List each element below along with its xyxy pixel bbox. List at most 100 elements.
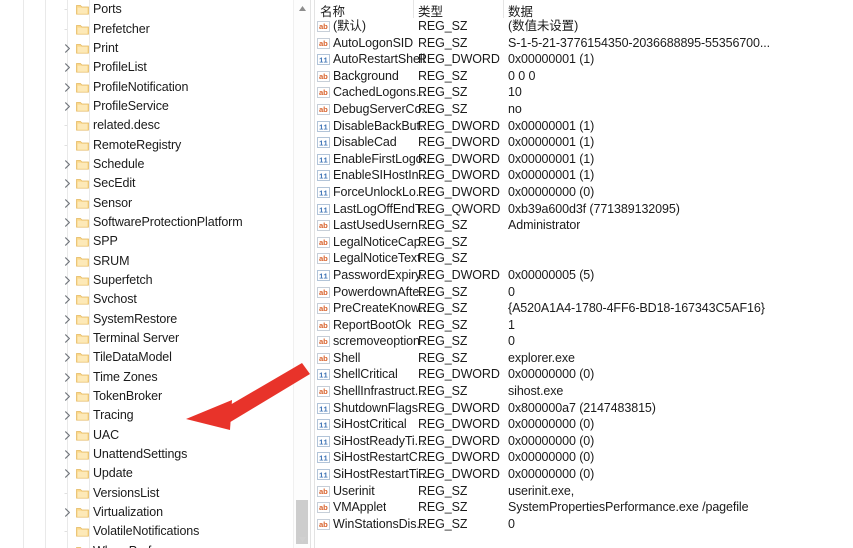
value-row[interactable]: ab AutoLogonSID REG_SZ S-1-5-21-3776154350-… [315,35,853,52]
value-row[interactable]: ab Shell REG_SZ explorer.exe [315,350,853,367]
value-row[interactable]: 11 DisableCad REG_DWORD 0x00000001 (1) [315,134,853,151]
tree-item-sensor[interactable]: Sensor [0,193,310,212]
folder-icon [75,120,90,131]
tree-item-svchost[interactable]: Svchost [0,290,310,309]
value-row[interactable]: ab LegalNoticeCap... REG_SZ [315,234,853,251]
registry-value-pane[interactable]: 名称 类型 数据 ab (默认) REG_SZ (数值未设置) ab AutoLogonS… [315,0,853,548]
value-row[interactable]: ab PowerdownAfte... REG_SZ 0 [315,284,853,301]
value-list-rows[interactable]: ab (默认) REG_SZ (数值未设置) ab AutoLogonSID REG_SZ S… [315,18,853,532]
folder-icon [75,391,90,402]
tree-item-virtualization[interactable]: Virtualization [0,503,310,522]
tree-item-update[interactable]: Update [0,464,310,483]
tree-item-schedule[interactable]: Schedule [0,155,310,174]
value-row[interactable]: ab LastUsedUsern... REG_SZ Administrator [315,217,853,234]
tree-item-systemrestore[interactable]: SystemRestore [0,310,310,329]
tree-item-terminal-server[interactable]: Terminal Server [0,329,310,348]
tree-item-ports[interactable]: Ports [0,0,310,19]
value-row[interactable]: ab VMApplet REG_SZ SystemPropertiesPerforma… [315,499,853,516]
chevron-right-icon[interactable] [60,334,75,343]
value-row[interactable]: 11 SiHostCritical REG_DWORD 0x00000000 (0) [315,416,853,433]
tree-item-print[interactable]: Print [0,39,310,58]
tree-item-tracing[interactable]: Tracing [0,406,310,425]
value-name: Userinit [333,483,375,498]
value-data: 0x00000000 (0) [508,433,595,448]
chevron-right-icon[interactable] [60,160,75,169]
value-row[interactable]: ab WinStationsDis... REG_SZ 0 [315,516,853,533]
tree-item-wbemperf[interactable]: WbemPerf [0,542,310,548]
tree-item-spp[interactable]: SPP [0,232,310,251]
tree-item-srum[interactable]: SRUM [0,251,310,270]
chevron-right-icon[interactable] [60,314,75,324]
tree-vertical-scrollbar[interactable] [293,0,310,548]
tree-item-tiledatamodel[interactable]: TileDataModel [0,348,310,367]
chevron-right-icon[interactable] [60,44,75,53]
tree-item-time-zones[interactable]: Time Zones [0,368,310,387]
value-row[interactable]: 11 SiHostReadyTi... REG_DWORD 0x00000000 (0… [315,433,853,450]
tree-item-volatilenotifications[interactable]: VolatileNotifications [0,522,310,541]
value-row[interactable]: 11 PasswordExpiry... REG_DWORD 0x00000005 (… [315,267,853,284]
value-row[interactable]: 11 LastLogOffEndT... REG_QWORD 0xb39a600d3f… [315,201,853,218]
tree-item-unattendsettings[interactable]: UnattendSettings [0,445,310,464]
chevron-right-icon[interactable] [60,82,75,92]
scroll-up-arrow-icon[interactable] [294,0,310,17]
value-row[interactable]: ab PreCreateKnow... REG_SZ {A520A1A4-1780-4… [315,300,853,317]
value-row[interactable]: 11 SiHostRestartC... REG_DWORD 0x00000000 (… [315,449,853,466]
tree-item-profileservice[interactable]: ProfileService [0,97,310,116]
tree-item-superfetch[interactable]: Superfetch [0,271,310,290]
value-row[interactable]: 11 EnableSIHostIn... REG_DWORD 0x00000001 (… [315,167,853,184]
value-row[interactable]: 11 ForceUnlockLo... REG_DWORD 0x00000000 (0… [315,184,853,201]
chevron-right-icon[interactable] [60,353,75,363]
tree-item-related-desc[interactable]: related.desc [0,116,310,135]
chevron-right-icon[interactable] [60,276,75,285]
value-row[interactable]: ab scremoveoption REG_SZ 0 [315,333,853,350]
value-row[interactable]: ab ShellInfrastruct... REG_SZ sihost.exe [315,383,853,400]
tree-item-profilenotification[interactable]: ProfileNotification [0,77,310,96]
chevron-right-icon[interactable] [60,237,75,247]
value-row[interactable]: 11 AutoRestartShell REG_DWORD 0x00000001 (1… [315,51,853,68]
chevron-right-icon[interactable] [60,372,75,382]
tree-item-versionslist[interactable]: VersionsList [0,484,310,503]
value-row[interactable]: 11 ShutdownFlags REG_DWORD 0x800000a7 (2147… [315,400,853,417]
tree-item-secedit[interactable]: SecEdit [0,174,310,193]
tree-item-label: WbemPerf [90,542,154,548]
value-row[interactable]: 11 SiHostRestartTi... REG_DWORD 0x00000000 … [315,466,853,483]
tree-item-prefetcher[interactable]: Prefetcher [0,19,310,38]
value-list-header[interactable]: 名称 类型 数据 [315,0,853,19]
value-row[interactable]: 11 EnableFirstLogo... REG_DWORD 0x00000001 … [315,151,853,168]
registry-key-tree-pane[interactable]: Ports Prefetcher Print ProfileList ProfileNo… [0,0,310,548]
chevron-right-icon[interactable] [60,508,75,517]
value-row[interactable]: 11 ShellCritical REG_DWORD 0x00000000 (0) [315,366,853,383]
chevron-right-icon[interactable] [60,102,75,111]
column-divider[interactable] [503,0,504,18]
tree-item-profilelist[interactable]: ProfileList [0,58,310,77]
scroll-down-arrow-icon[interactable] [294,531,310,548]
tree-item-remoteregistry[interactable]: RemoteRegistry [0,135,310,154]
value-row[interactable]: 11 DisableBackBut... REG_DWORD 0x00000001 (… [315,118,853,135]
chevron-right-icon[interactable] [60,450,75,459]
chevron-right-icon[interactable] [60,256,75,266]
value-row[interactable]: ab ReportBootOk REG_SZ 1 [315,317,853,334]
value-row[interactable]: ab LegalNoticeText REG_SZ [315,250,853,267]
tree-item-tokenbroker[interactable]: TokenBroker [0,387,310,406]
chevron-right-icon[interactable] [60,295,75,305]
value-row[interactable]: ab (默认) REG_SZ (数值未设置) [315,18,853,35]
chevron-right-icon[interactable] [60,411,75,421]
value-row[interactable]: ab Userinit REG_SZ userinit.exe, [315,483,853,500]
tree-item-softwareprotectionplatform[interactable]: SoftwareProtectionPlatform [0,213,310,232]
value-row[interactable]: ab CachedLogons... REG_SZ 10 [315,84,853,101]
chevron-right-icon[interactable] [60,63,75,72]
chevron-right-icon[interactable] [60,392,75,401]
chevron-right-icon[interactable] [60,430,75,440]
registry-key-tree-list[interactable]: Ports Prefetcher Print ProfileList ProfileNo… [0,0,310,548]
column-divider[interactable] [413,0,414,18]
chevron-right-icon[interactable] [60,469,75,479]
chevron-right-icon[interactable] [60,218,75,227]
value-row[interactable]: ab Background REG_SZ 0 0 0 [315,68,853,85]
folder-icon [75,314,90,325]
chevron-right-icon[interactable] [60,179,75,189]
chevron-right-icon[interactable] [60,198,75,208]
tree-item-uac[interactable]: UAC [0,426,310,445]
tree-item-label: Time Zones [93,369,158,384]
value-row[interactable]: ab DebugServerCo... REG_SZ no [315,101,853,118]
value-data: no [508,101,522,116]
